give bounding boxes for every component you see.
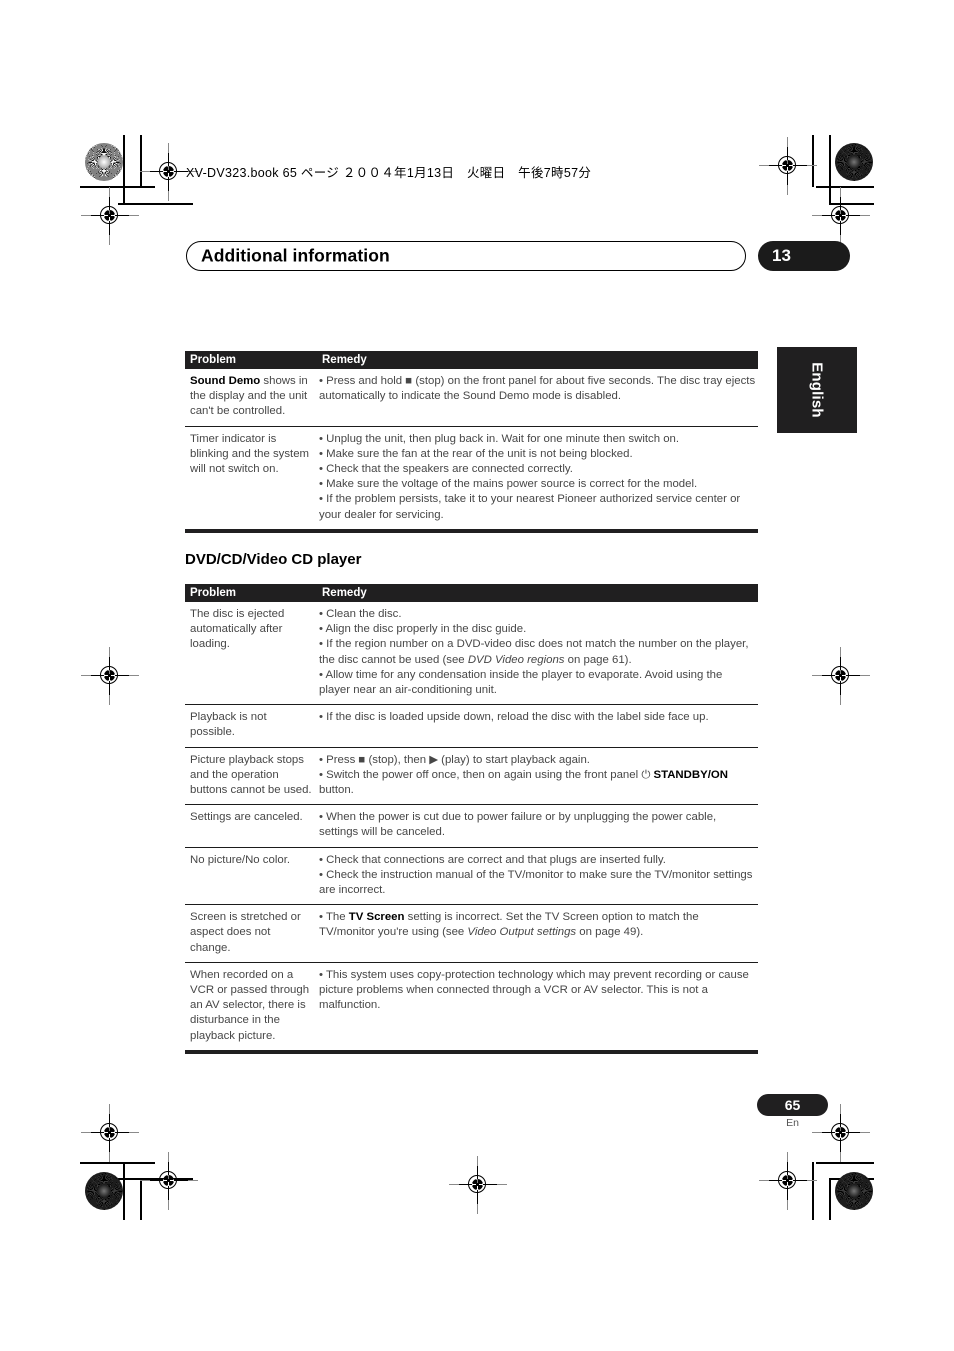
chapter-title-bar: Additional information: [186, 241, 746, 271]
cell-problem: Settings are canceled.: [190, 811, 303, 824]
remedy-bullet: • Allow time for any condensation inside…: [319, 668, 723, 697]
crop-mark-bottom-right-horizontal: [816, 1162, 874, 1164]
crop-mark-bottom-left-vertical: [123, 1162, 125, 1220]
table-row: When recorded on a VCR or passed through…: [185, 963, 758, 1050]
cell-problem: Timer indicator is blinking and the syst…: [190, 432, 310, 476]
remedy-bullet: • If the disc is loaded upside down, rel…: [319, 711, 709, 724]
column-header-problem: Problem: [190, 587, 237, 599]
remedy-bullet: • Press ■ (stop), then ▶ (play) to start…: [319, 753, 590, 766]
registration-crosshair-bottom-right-inner: [759, 1152, 817, 1210]
print-header-book-line: XV-DV323.book 65 ページ ２００４年1月13日 火曜日 午後7時…: [186, 166, 592, 180]
registration-crosshair-left-upper: [81, 187, 139, 245]
remedy-bullet: • The TV Screen setting is incorrect. Se…: [319, 911, 699, 939]
language-side-tab-label: English: [808, 362, 826, 418]
remedy-bullet: • Check that the speakers are connected …: [319, 463, 573, 476]
cell-remedy: • This system uses copy-protection techn…: [317, 968, 758, 1044]
cell-remedy: • Clean the disc. • Align the disc prope…: [317, 607, 758, 698]
table-bottom-rule: [185, 1049, 758, 1055]
registration-starburst-bottom-right: [835, 1172, 873, 1210]
troubleshooting-table-dvd: Problem Remedy The disc is ejected autom…: [185, 584, 758, 1055]
registration-crosshair-top-right-inner: [759, 137, 817, 195]
page-language-code: En: [786, 1117, 799, 1129]
cross-reference-italic: Video Output settings: [467, 926, 577, 939]
remedy-bullet: • Align the disc properly in the disc gu…: [319, 623, 527, 636]
cell-problem: Picture playback stops and the operation…: [190, 753, 312, 797]
table-header-row: Problem Remedy: [185, 584, 758, 602]
cell-remedy: • Press and hold ■ (stop) on the front p…: [319, 375, 756, 403]
problem-term: Sound Demo: [190, 375, 261, 387]
cross-reference-page: 49: [623, 926, 637, 939]
registration-starburst-top-left: [85, 143, 123, 181]
table-bottom-rule: [185, 528, 758, 534]
crop-mark-top-right-horizontal: [816, 186, 874, 188]
remedy-bullet: • This system uses copy-protection techn…: [319, 968, 749, 1012]
column-header-remedy: Remedy: [322, 587, 367, 599]
remedy-bullet: • Check the instruction manual of the TV…: [319, 868, 753, 897]
crop-mark-top-left-horizontal: [80, 186, 155, 188]
cross-reference-italic: DVD Video regions: [467, 653, 565, 666]
remedy-bullet: • Unplug the unit, then plug back in. Wa…: [319, 432, 680, 445]
chapter-number: 13: [772, 246, 791, 265]
troubleshooting-table-general: Problem Remedy Sound Demo shows in the d…: [185, 351, 758, 534]
column-header-remedy: Remedy: [322, 354, 367, 366]
button-name: STANDBY/ON: [653, 768, 728, 781]
remedy-bullet: • If the problem persists, take it to yo…: [319, 493, 741, 521]
table-header-row: Problem Remedy: [185, 351, 758, 369]
registration-crosshair-left-middle: [81, 647, 139, 705]
cell-remedy: • The TV Screen setting is incorrect. Se…: [317, 910, 758, 956]
section-heading: DVD/CD/Video CD player: [185, 551, 362, 568]
cell-remedy: • If the disc is loaded upside down, rel…: [317, 710, 758, 740]
remedy-bullet: • When the power is cut due to power fai…: [319, 811, 717, 839]
registration-crosshair-bottom-center: [449, 1156, 507, 1214]
table-row: Settings are canceled. • When the power …: [185, 805, 758, 848]
cell-remedy: • Press ■ (stop), then ▶ (play) to start…: [317, 753, 758, 799]
page-title: Additional information: [201, 245, 390, 266]
cell-remedy: • Unplug the unit, then plug back in. Wa…: [317, 432, 758, 523]
crop-mark-bottom-right-vertical: [812, 1162, 814, 1220]
remedy-bullet: • Make sure the voltage of the mains pow…: [319, 478, 698, 491]
table-row: The disc is ejected automatically after …: [185, 602, 758, 706]
cell-problem: Screen is stretched or aspect does not c…: [190, 911, 301, 954]
crop-mark-top-right-vertical: [812, 135, 814, 187]
registration-crosshair-right-upper: [812, 187, 870, 245]
remedy-bullet: • If the region number on a DVD-video di…: [319, 638, 749, 666]
crop-mark-bottom-left-horizontal: [80, 1162, 155, 1164]
cell-problem: The disc is ejected automatically after …: [190, 608, 285, 651]
table-row: Sound Demo shows in the display and the …: [185, 369, 758, 427]
cross-reference-page: 61: [612, 653, 625, 666]
registration-crosshair-bottom-left-inner: [140, 1152, 198, 1210]
table-row: No picture/No color. • Check that connec…: [185, 848, 758, 906]
chapter-number-badge: 13: [758, 241, 850, 271]
table-row: Picture playback stops and the operation…: [185, 748, 758, 806]
cell-problem: No picture/No color.: [190, 853, 291, 866]
cell-problem: Playback is not possible.: [190, 711, 267, 739]
page-number-badge: 65: [757, 1094, 828, 1116]
cell-remedy: • When the power is cut due to power fai…: [317, 810, 758, 840]
registration-starburst-top-right: [835, 143, 873, 181]
registration-crosshair-left-lower: [81, 1104, 139, 1162]
registration-crosshair-right-middle: [812, 647, 870, 705]
remedy-bullet: • Check that connections are correct and…: [319, 853, 666, 866]
column-header-problem: Problem: [190, 354, 237, 366]
cell-problem: When recorded on a VCR or passed through…: [190, 968, 310, 1042]
remedy-bullet: • Switch the power off once, then on aga…: [319, 768, 728, 797]
page-number: 65: [784, 1097, 801, 1113]
crop-mark-bottom-right-vertical-2: [829, 1178, 831, 1220]
table-row: Timer indicator is blinking and the syst…: [185, 427, 758, 529]
registration-starburst-bottom-left: [85, 1172, 123, 1210]
cell-remedy: • Check that connections are correct and…: [317, 853, 758, 899]
language-side-tab: English: [777, 347, 857, 433]
setting-name: TV Screen: [348, 911, 405, 924]
remedy-bullet: • Clean the disc.: [319, 608, 402, 620]
remedy-bullet: • Make sure the fan at the rear of the u…: [319, 447, 633, 460]
crop-mark-top-left-vertical-2: [140, 135, 142, 187]
power-standby-icon: ⏻: [641, 768, 651, 781]
crop-mark-bottom-left-vertical-2: [140, 1178, 142, 1220]
cell-problem: Sound Demo shows in the display and the …: [185, 374, 317, 420]
table-row: Screen is stretched or aspect does not c…: [185, 905, 758, 963]
table-row: Playback is not possible. • If the disc …: [185, 705, 758, 748]
